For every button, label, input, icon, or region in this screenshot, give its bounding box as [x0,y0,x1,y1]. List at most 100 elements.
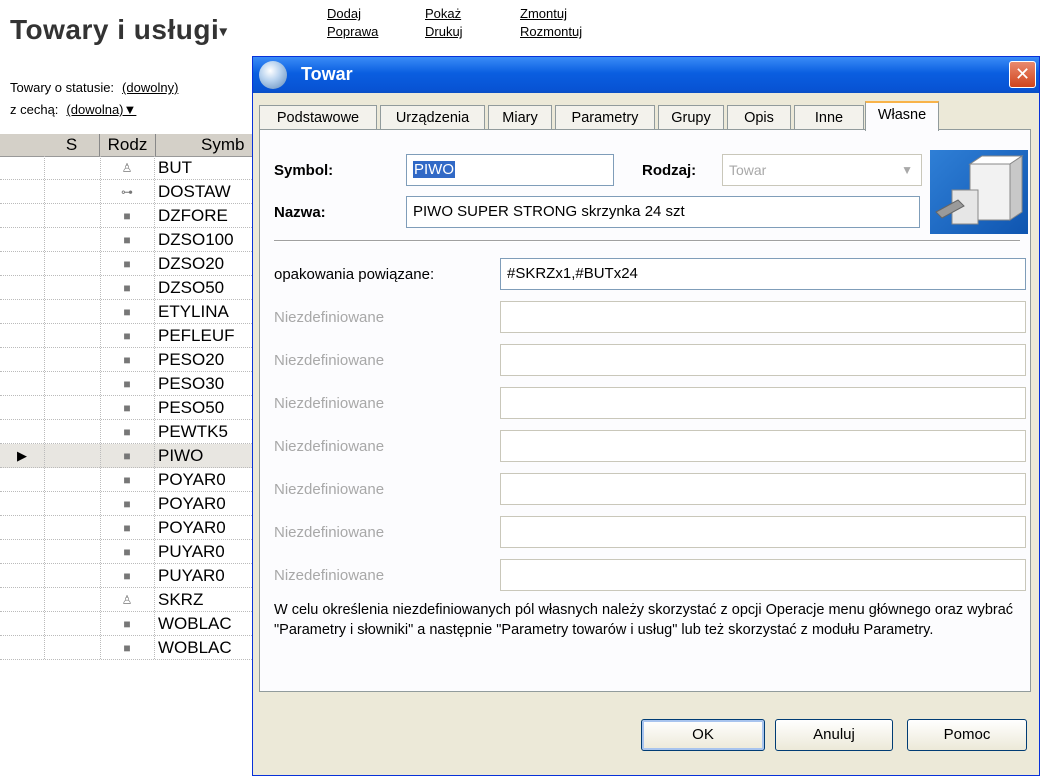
tab-panel-wlasne: Symbol: PIWO Rodzaj: Towar ▼ Nazwa: PIWO… [259,129,1031,692]
table-row[interactable]: ■ DZSO20 [0,252,260,276]
table-row[interactable]: ■ ETYLINA [0,300,260,324]
table-row[interactable]: ■ WOBLAC [0,636,260,660]
products-grid: S Rodz Symb ♙ BUT ⊶ DOSTAW ■ DZFORE ■ DZSO100 ■ D… [0,134,260,776]
table-row[interactable]: ■ PEWTK5 [0,420,260,444]
row-selector [0,420,45,443]
table-row[interactable]: ■ PEFLEUF [0,324,260,348]
feature-filter: z cechą: (dowolna)▼ [10,102,137,117]
table-row[interactable]: ♙ SKRZ [0,588,260,612]
rodzaj-value: Towar [729,162,767,178]
close-icon: ✕ [1014,64,1031,84]
symbol-cell: ETYLINA [158,302,229,321]
symbol-field[interactable]: PIWO [406,154,614,186]
status-cell [44,156,101,179]
close-button[interactable]: ✕ [1009,61,1036,88]
product-icon: ■ [100,540,155,563]
row-selector [0,228,45,251]
symbol-value: PIWO [413,161,455,178]
symbol-cell: PIWO [158,446,204,465]
product-icon: ■ [100,228,155,251]
tab-opis[interactable]: Opis [727,105,791,129]
disassemble-link[interactable]: Rozmontuj [520,24,582,39]
table-row[interactable]: ■ DZSO100 [0,228,260,252]
table-row[interactable]: ▶ ■ PIWO [0,444,260,468]
row-selector [0,612,45,635]
print-link[interactable]: Drukuj [425,24,463,39]
ok-button[interactable]: OK [641,719,765,751]
row-selector [0,156,45,179]
symbol-cell: POYAR0 [158,470,226,489]
row-selector [0,324,45,347]
feature-filter-value[interactable]: (dowolna)▼ [66,102,136,117]
symbol-cell: DZSO50 [158,278,225,297]
table-row[interactable]: ■ DZFORE [0,204,260,228]
dialog-titlebar[interactable]: Towar ✕ [253,57,1039,93]
table-row[interactable]: ⊶ DOSTAW [0,180,260,204]
symbol-cell: POYAR0 [158,518,226,537]
custom-field-label: Niezdefiniowane [274,438,385,455]
help-button[interactable]: Pomoc [907,719,1027,751]
tab-grupy[interactable]: Grupy [658,105,724,129]
tab-urzadzenia[interactable]: Urządzenia [380,105,485,129]
product-icon: ■ [100,204,155,227]
divider [274,240,1020,242]
row-selector [0,468,45,491]
row-selector [0,540,45,563]
symbol-cell: SKRZ [158,590,204,609]
table-row[interactable]: ■ DZSO50 [0,276,260,300]
table-row[interactable]: ■ PESO20 [0,348,260,372]
product-icon: ■ [100,444,155,467]
table-row[interactable]: ■ POYAR0 [0,492,260,516]
page-title[interactable]: Towary i usługi▾ [10,14,228,46]
symbol-cell: DZSO100 [158,230,234,249]
product-icon: ■ [100,468,155,491]
table-row[interactable]: ■ POYAR0 [0,468,260,492]
tab-wlasne[interactable]: Własne [865,101,939,131]
nazwa-field[interactable]: PIWO SUPER STRONG skrzynka 24 szt [406,196,920,228]
table-row[interactable]: ■ WOBLAC [0,612,260,636]
symbol-cell: PESO20 [158,350,225,369]
show-link[interactable]: Pokaż [425,6,461,21]
tab-parametry[interactable]: Parametry [555,105,655,129]
product-icon: ■ [100,372,155,395]
symbol-label: Symbol: [274,162,334,179]
row-selector [0,588,45,611]
custom-field-input[interactable]: #SKRZx1,#BUTx24 [500,258,1026,290]
product-icon: ■ [100,348,155,371]
symbol-cell: DZFORE [158,206,228,225]
rodzaj-select[interactable]: Towar ▼ [722,154,922,186]
dialog-title: Towar [301,64,353,84]
symbol-cell: BUT [158,158,192,177]
table-row[interactable]: ■ PESO50 [0,396,260,420]
tab-inne[interactable]: Inne [794,105,864,129]
product-icon: ■ [100,276,155,299]
edit-link[interactable]: Poprawa [327,24,378,39]
row-selector [0,180,45,203]
status-cell [44,492,101,515]
column-header-s[interactable]: S [44,134,100,156]
symbol-cell: WOBLAC [158,638,232,657]
table-row[interactable]: ♙ BUT [0,156,260,180]
row-selector [0,204,45,227]
help-note: W celu określenia niezdefiniowanych pól … [274,602,1014,638]
table-row[interactable]: ■ POYAR0 [0,516,260,540]
column-header-symbol[interactable]: Symb [156,134,260,156]
table-row[interactable]: ■ PUYAR0 [0,564,260,588]
column-header-rodz[interactable]: Rodz [100,134,156,156]
custom-field-label: Niezdefiniowane [274,309,385,326]
status-filter-value[interactable]: (dowolny) [122,80,178,95]
tab-miary[interactable]: Miary [488,105,552,129]
symbol-cell: POYAR0 [158,494,226,513]
assemble-link[interactable]: Zmontuj [520,6,567,21]
product-icon: ■ [100,324,155,347]
add-link[interactable]: Dodaj [327,6,361,21]
status-cell [44,276,101,299]
cancel-button[interactable]: Anuluj [775,719,893,751]
row-selector [0,564,45,587]
table-row[interactable]: ■ PESO30 [0,372,260,396]
table-row[interactable]: ■ PUYAR0 [0,540,260,564]
status-cell [44,444,101,467]
product-icon: ■ [100,636,155,659]
app-icon [259,61,287,89]
tab-podstawowe[interactable]: Podstawowe [259,105,377,129]
